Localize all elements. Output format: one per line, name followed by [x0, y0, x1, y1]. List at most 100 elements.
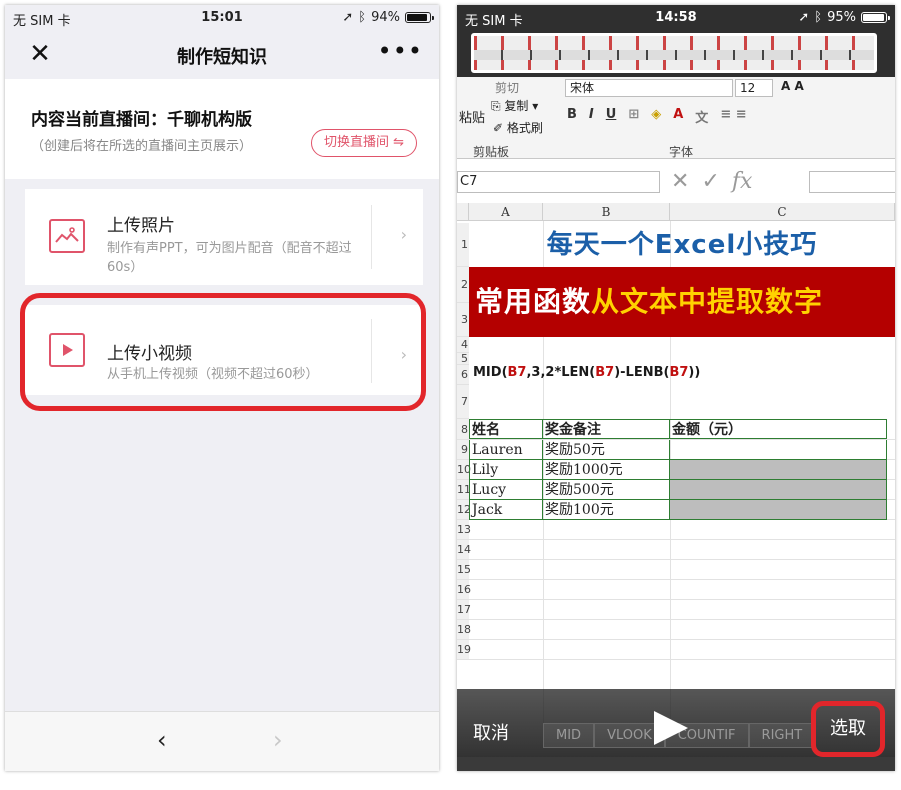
font-name-select[interactable]: 宋体: [565, 79, 733, 97]
font-size-select[interactable]: 12: [735, 79, 773, 97]
play-icon[interactable]: [654, 711, 688, 745]
more-icon[interactable]: •••: [378, 37, 423, 65]
confirm-entry-icon[interactable]: ✓: [701, 169, 719, 194]
divider: [371, 205, 372, 269]
note-cell[interactable]: 奖励500元: [543, 480, 670, 500]
cancel-entry-icon[interactable]: ✕: [671, 169, 689, 194]
row-header[interactable]: 19: [457, 640, 471, 660]
row-header[interactable]: 11: [457, 480, 471, 500]
clipboard-group-label: 剪贴板: [473, 145, 510, 159]
table-row: Lucy 奖励500元: [469, 480, 887, 500]
formula-part: )): [688, 365, 701, 380]
status-bar: 无 SIM 卡 15:01 ➚ ᛒ 94%: [5, 5, 439, 31]
row-header[interactable]: 6: [457, 365, 469, 385]
row-header[interactable]: 9: [457, 440, 469, 460]
status-bar: 无 SIM 卡 14:58 ➚ ᛒ 95%: [457, 5, 895, 31]
switch-live-room-button[interactable]: 切换直播间 ⇋: [310, 129, 417, 157]
formula-part: ,3,2*LEN(: [526, 365, 596, 380]
amount-cell[interactable]: [670, 500, 887, 520]
back-icon[interactable]: ‹: [157, 726, 167, 754]
gridline: [469, 619, 895, 620]
highlight-frame: [20, 293, 426, 411]
row-header[interactable]: 13: [457, 520, 471, 540]
formula-ref: B7: [507, 365, 527, 380]
format-buttons: B I U ⊞ ◈ A 文 ≡ ≡: [567, 107, 747, 126]
row-header[interactable]: 2: [457, 267, 469, 303]
amount-cell[interactable]: [670, 480, 887, 500]
format-painter-text: 格式刷: [506, 121, 543, 135]
subtitle-yellow: 从文本中提取数字: [591, 285, 824, 318]
bold-button[interactable]: B: [567, 107, 577, 126]
italic-button[interactable]: I: [589, 107, 594, 126]
bluetooth-icon: ᛒ: [358, 10, 367, 25]
row-header[interactable]: 10: [457, 460, 471, 480]
name-cell[interactable]: Lucy: [469, 480, 543, 500]
grow-font-icon[interactable]: A A: [781, 79, 804, 93]
copy-label: ⎘ 复制 ▾: [491, 99, 539, 113]
row-header[interactable]: 16: [457, 580, 471, 600]
row-header[interactable]: 12: [457, 500, 471, 520]
row-header[interactable]: 17: [457, 600, 471, 620]
table-row: Jack 奖励100元: [469, 500, 887, 520]
table-row: Lauren 奖励50元: [469, 440, 887, 460]
name-box[interactable]: C7: [457, 171, 660, 193]
formula-ref: B7: [669, 365, 689, 380]
select-button[interactable]: 选取: [811, 701, 885, 757]
row-header[interactable]: 1: [457, 223, 469, 267]
image-icon: [49, 219, 85, 253]
upload-photo-title: 上传照片: [107, 216, 175, 236]
font-color-icon[interactable]: A: [673, 107, 683, 126]
header-cell[interactable]: 金额（元）: [670, 419, 887, 439]
left-phone-screen: 无 SIM 卡 15:01 ➚ ᛒ 94% ✕ 制作短知识 ••• 内容当前直播…: [5, 5, 439, 771]
bottom-strip: [457, 757, 895, 771]
gridline: [469, 559, 895, 560]
name-cell[interactable]: Lily: [469, 460, 543, 480]
note-cell[interactable]: 奖励50元: [543, 440, 670, 460]
upload-photo-item[interactable]: 上传照片 制作有声PPT，可为图片配音（配音不超过60s） ›: [25, 189, 423, 285]
name-cell[interactable]: Jack: [469, 500, 543, 520]
note-cell[interactable]: 奖励1000元: [543, 460, 670, 480]
upload-photo-desc: 制作有声PPT，可为图片配音（配音不超过60s）: [107, 241, 352, 275]
row-header[interactable]: 15: [457, 560, 471, 580]
note-cell[interactable]: 奖励100元: [543, 500, 670, 520]
col-header-c[interactable]: C: [670, 203, 895, 221]
header-cell[interactable]: 姓名: [469, 419, 543, 439]
phonetic-icon[interactable]: 文: [695, 107, 708, 126]
row-header[interactable]: 5: [457, 353, 469, 365]
format-painter-label: ✐ 格式刷: [493, 121, 543, 135]
row-header[interactable]: 8: [457, 419, 469, 440]
fill-color-icon[interactable]: ◈: [651, 107, 661, 126]
row-header[interactable]: 14: [457, 540, 471, 560]
sheet-tab[interactable]: MID: [543, 723, 595, 748]
align-icon[interactable]: ≡ ≡: [720, 107, 746, 126]
amount-cell[interactable]: [670, 440, 887, 460]
formula-text: MID(B7,3,2*LEN(B7)-LENB(B7)): [473, 365, 700, 380]
battery-icon: [861, 12, 890, 23]
table-row: Lily 奖励1000元: [469, 460, 887, 480]
border-icon[interactable]: ⊞: [628, 107, 639, 126]
excel-ribbon: 粘贴 剪切 ⎘ 复制 ▾ ✐ 格式刷 剪贴板 宋体 12 A A B I U ⊞…: [457, 77, 895, 159]
formula-input[interactable]: [809, 171, 895, 193]
gridline: [469, 639, 895, 640]
row-header[interactable]: 7: [457, 385, 469, 419]
video-frame-strip[interactable]: [471, 33, 877, 73]
sheet-tab[interactable]: RIGHT: [748, 723, 816, 748]
forward-icon[interactable]: ›: [273, 726, 283, 754]
fx-icon[interactable]: fx: [732, 169, 753, 194]
underline-button[interactable]: U: [606, 107, 617, 126]
name-cell[interactable]: Lauren: [469, 440, 543, 460]
header-cell[interactable]: 奖金备注: [543, 419, 670, 439]
col-header-b[interactable]: B: [543, 203, 670, 221]
cut-label: 剪切: [495, 81, 520, 95]
bottom-toolbar: ‹ ›: [5, 711, 439, 771]
location-icon: ➚: [342, 10, 354, 25]
amount-cell[interactable]: [670, 460, 887, 480]
row-header[interactable]: 18: [457, 620, 471, 640]
col-header-a[interactable]: A: [469, 203, 543, 221]
chevron-right-icon: ›: [400, 225, 407, 244]
cancel-button[interactable]: 取消: [473, 719, 509, 745]
row-header[interactable]: 4: [457, 337, 469, 353]
battery-percent: 95%: [827, 10, 856, 25]
sheet-subtitle-banner: 常用函数从文本中提取数字: [469, 267, 895, 337]
row-header[interactable]: 3: [457, 303, 469, 337]
